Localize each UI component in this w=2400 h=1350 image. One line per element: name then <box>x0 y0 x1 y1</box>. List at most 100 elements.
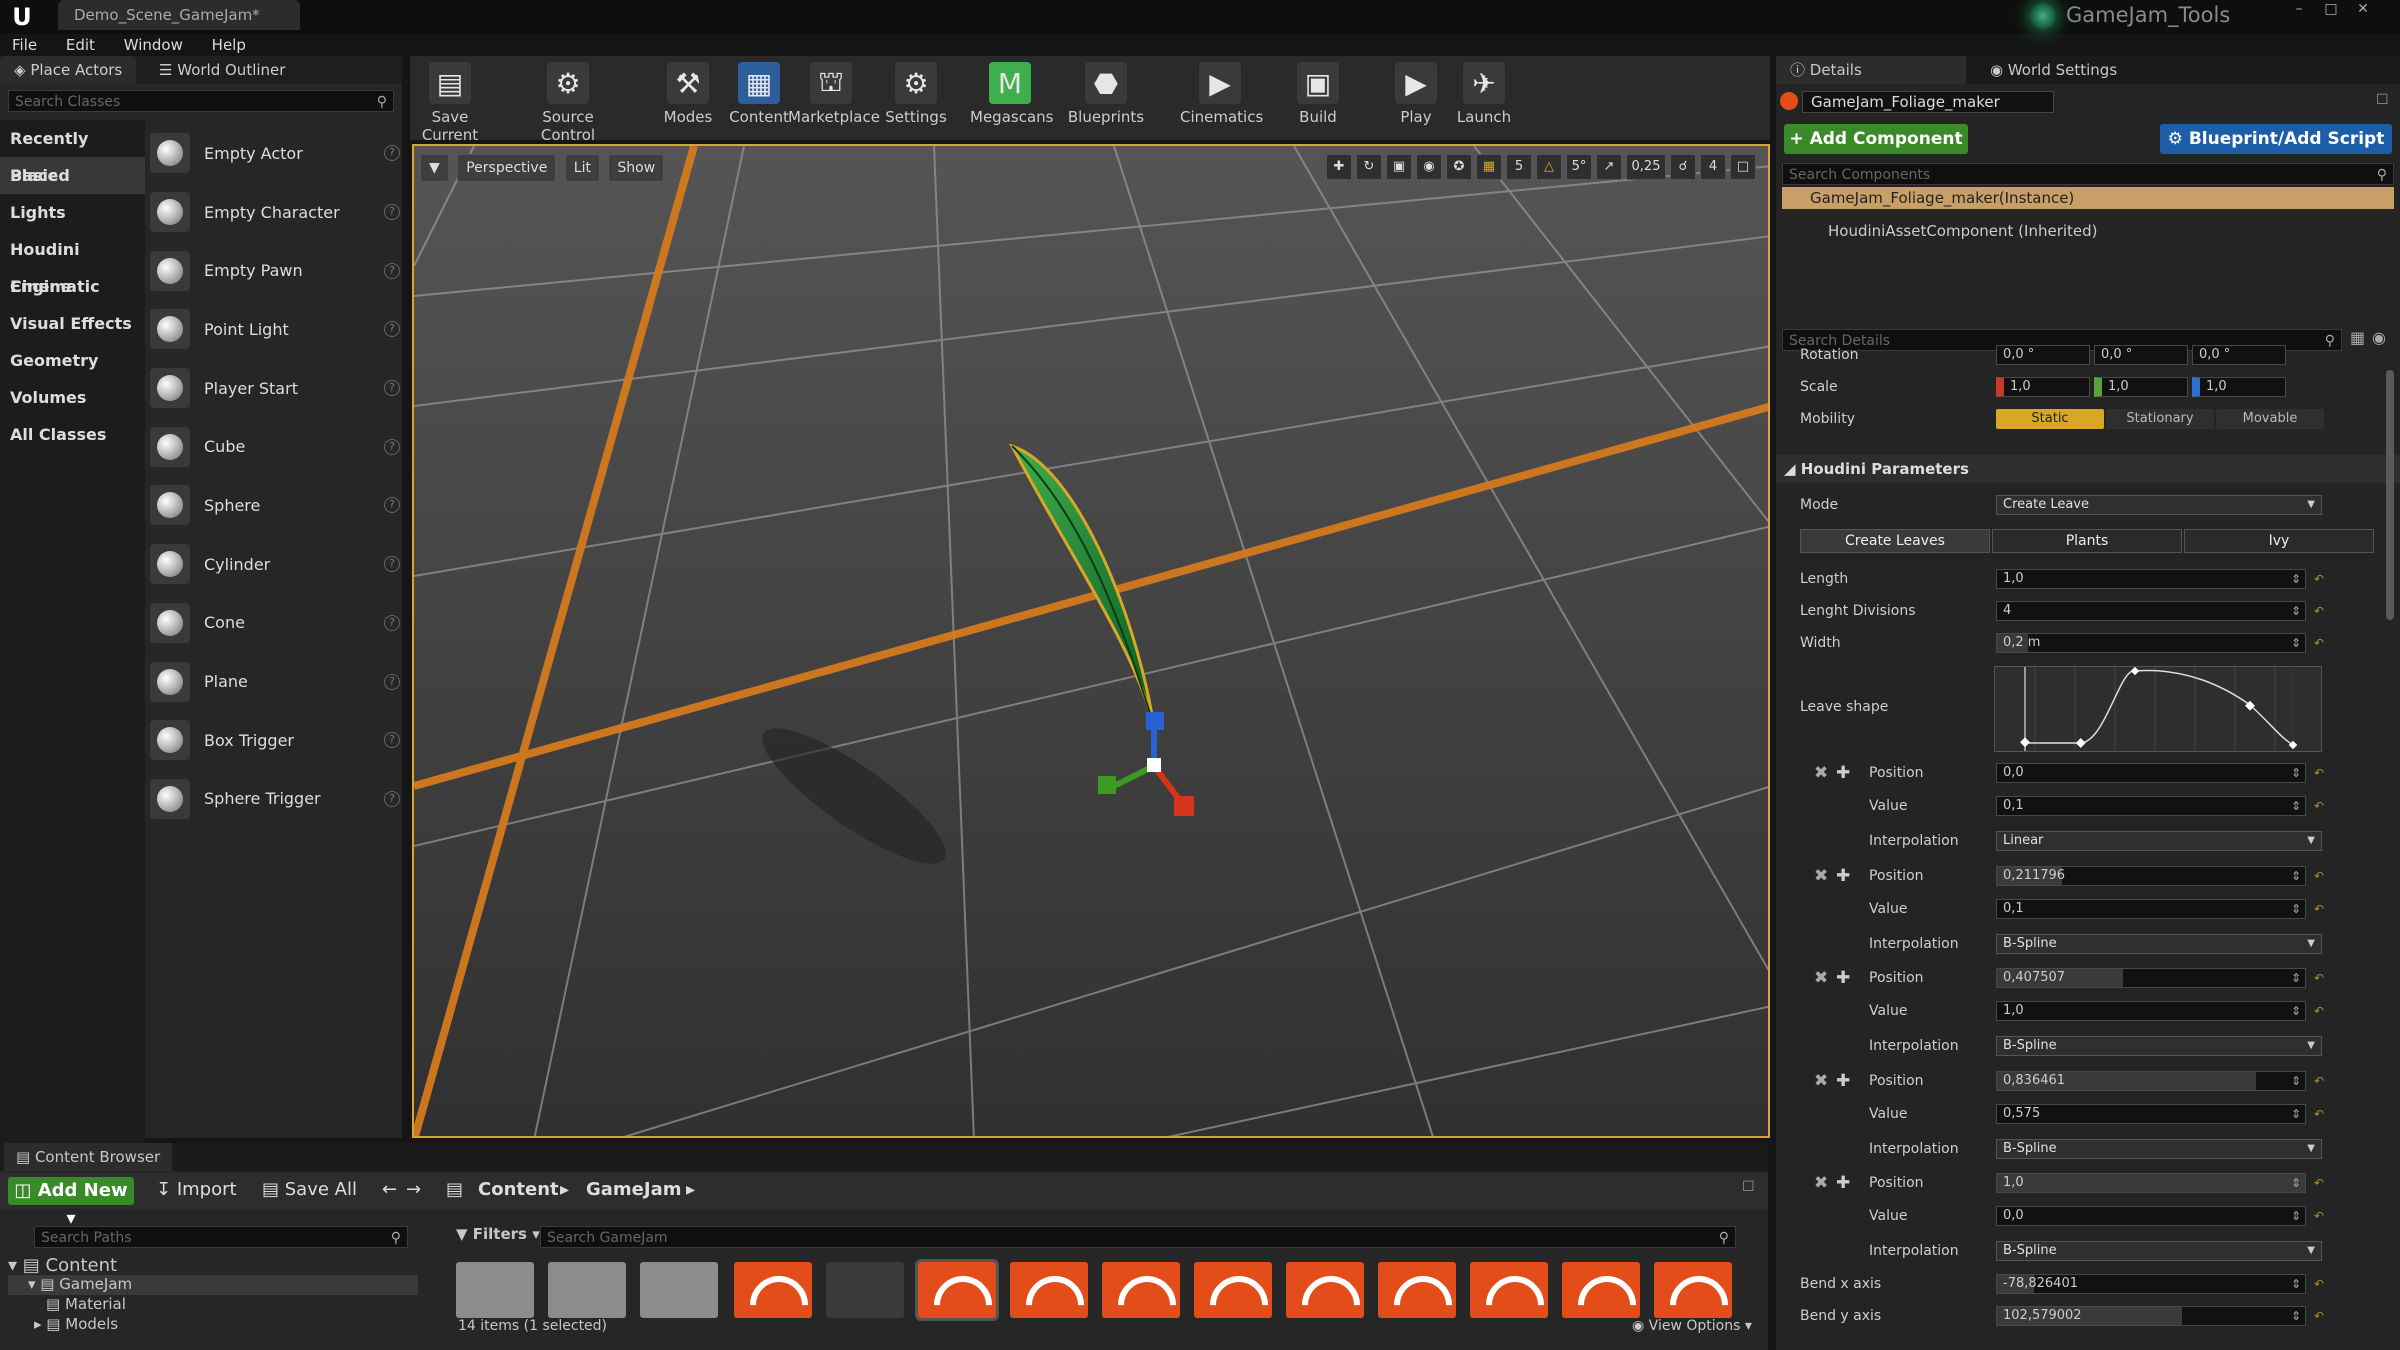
category-geometry[interactable]: Geometry <box>0 342 145 379</box>
reset-icon[interactable]: ↶ <box>2314 1209 2324 1223</box>
reset-icon[interactable]: ↶ <box>2314 604 2324 618</box>
reset-icon[interactable]: ↶ <box>2314 572 2324 586</box>
point-value-field[interactable]: 1,0 ⇕ <box>1996 1001 2306 1021</box>
tree-material[interactable]: ▤ Material <box>8 1295 418 1315</box>
add-new-button[interactable]: ◫ Add New ▾ <box>8 1177 134 1229</box>
camera-speed-icon[interactable]: ☌ <box>1670 154 1696 180</box>
asset-folder[interactable] <box>548 1262 626 1318</box>
tree-models[interactable]: ▸ ▤ Models <box>8 1315 418 1335</box>
actor-item[interactable]: Cone? <box>150 594 400 653</box>
translate-icon[interactable]: ✚ <box>1326 154 1352 180</box>
asset-houdini-selected[interactable] <box>915 1259 999 1321</box>
breadcrumb-gamejam[interactable]: GameJam <box>586 1179 681 1200</box>
lock-icon[interactable]: ☐ <box>2376 92 2389 108</box>
actor-item[interactable]: Cylinder? <box>150 535 400 594</box>
reset-icon[interactable]: ↶ <box>2314 1309 2324 1323</box>
tab-create-leaves[interactable]: Create Leaves <box>1800 529 1990 553</box>
help-icon[interactable]: ? <box>384 497 400 514</box>
tree-gamejam[interactable]: ▾ ▤ GameJam <box>8 1275 418 1295</box>
forward-arrow-icon[interactable]: → <box>406 1179 421 1200</box>
point-interpolation-dropdown[interactable]: Linear <box>1996 831 2322 851</box>
actor-item[interactable]: Empty Pawn? <box>150 241 400 300</box>
tab-world-settings[interactable]: ◉ World Settings <box>1976 56 2156 84</box>
maximize-viewport-icon[interactable]: □ <box>1730 154 1756 180</box>
source-control-button[interactable]: ⚙ Source Control <box>514 62 622 144</box>
document-tab[interactable]: Demo_Scene_GameJam* <box>58 0 300 30</box>
camera-speed[interactable]: 4 <box>1700 154 1726 180</box>
asset-houdini[interactable] <box>1286 1262 1364 1318</box>
point-interpolation-dropdown[interactable]: B-Spline <box>1996 1241 2322 1261</box>
perspective-button[interactable]: Perspective <box>457 154 557 182</box>
reset-icon[interactable]: ↶ <box>2314 1107 2324 1121</box>
point-position-field[interactable]: 0,407507 ⇕ <box>1996 968 2306 988</box>
tab-world-outliner[interactable]: ☰ World Outliner <box>145 56 300 84</box>
point-position-field[interactable]: 1,0 ⇕ <box>1996 1173 2306 1193</box>
rotation-y-field[interactable]: 0,0 ° <box>2094 345 2188 365</box>
mobility-static-button[interactable]: Static <box>1996 409 2104 429</box>
category-visual-effects[interactable]: Visual Effects <box>0 305 145 342</box>
settings-button[interactable]: ⚙ Settings <box>876 62 956 138</box>
search-paths-input[interactable]: Search Paths ⚲ <box>34 1226 408 1248</box>
divisions-field[interactable]: 4 ⇕ <box>1996 601 2306 621</box>
asset-houdini[interactable] <box>1378 1262 1456 1318</box>
actor-item[interactable]: Sphere Trigger? <box>150 770 400 829</box>
leave-shape-curve[interactable] <box>1994 666 2322 752</box>
help-icon[interactable]: ? <box>384 732 400 749</box>
lit-button[interactable]: Lit <box>564 154 600 182</box>
asset-folder[interactable] <box>456 1262 534 1318</box>
rotation-size[interactable]: 5° <box>1566 154 1592 180</box>
scale-icon[interactable]: ▣ <box>1386 154 1412 180</box>
help-icon[interactable]: ? <box>384 556 400 573</box>
tab-details[interactable]: ⓘ Details <box>1776 56 1966 84</box>
remove-point-icon[interactable]: ✖ <box>1814 968 1828 988</box>
scale-snap-icon[interactable]: ↗ <box>1596 154 1622 180</box>
asset-houdini[interactable] <box>1194 1262 1272 1318</box>
asset-houdini[interactable] <box>1470 1262 1548 1318</box>
add-point-icon[interactable]: ✚ <box>1836 1071 1850 1091</box>
launch-button[interactable]: ✈ Launch <box>1444 62 1524 138</box>
add-point-icon[interactable]: ✚ <box>1836 1173 1850 1193</box>
asset-houdini[interactable] <box>1102 1262 1180 1318</box>
search-assets-input[interactable]: Search GameJam ⚲ <box>540 1226 1736 1248</box>
point-position-field[interactable]: 0,0 ⇕ <box>1996 763 2306 783</box>
import-button[interactable]: ↧ Import <box>156 1179 237 1200</box>
rotate-icon[interactable]: ↻ <box>1356 154 1382 180</box>
mobility-movable-button[interactable]: Movable <box>2216 409 2324 429</box>
search-classes-input[interactable]: Search Classes ⚲ <box>8 90 394 112</box>
actor-item[interactable]: Sphere? <box>150 476 400 535</box>
point-interpolation-dropdown[interactable]: B-Spline <box>1996 933 2322 954</box>
maximize-icon[interactable]: □ <box>2318 0 2344 18</box>
megascans-button[interactable]: M Megascans <box>970 62 1053 138</box>
world-icon[interactable]: ◉ <box>1416 154 1442 180</box>
back-arrow-icon[interactable]: ← <box>382 1179 397 1200</box>
scale-x-field[interactable]: 1,0 <box>1996 377 2090 397</box>
category-volumes[interactable]: Volumes <box>0 379 145 416</box>
help-icon[interactable]: ? <box>384 673 400 690</box>
tab-plants[interactable]: Plants <box>1992 529 2182 553</box>
menu-window[interactable]: Window <box>112 34 195 56</box>
reset-icon[interactable]: ↶ <box>2314 799 2324 813</box>
add-point-icon[interactable]: ✚ <box>1836 968 1850 988</box>
mode-dropdown[interactable]: Create Leave <box>1996 495 2322 515</box>
level-viewport[interactable]: ▼ Perspective Lit Show ✚ ↻ ▣ ◉ ✪ ▦ 5 △ 5… <box>412 144 1770 1138</box>
lock-icon[interactable]: ☐ <box>1742 1179 1755 1195</box>
save-current-button[interactable]: ▤ Save Current <box>410 62 490 144</box>
reset-icon[interactable]: ↶ <box>2314 1004 2324 1018</box>
width-field[interactable]: 0,2 m ⇕ <box>1996 633 2306 653</box>
add-point-icon[interactable]: ✚ <box>1836 866 1850 886</box>
component-instance-row[interactable]: GameJam_Foliage_maker(Instance) <box>1782 187 2394 209</box>
actor-name-field[interactable]: GameJam_Foliage_maker <box>1802 91 2054 113</box>
asset-folder[interactable] <box>640 1262 718 1318</box>
asset-houdini[interactable] <box>1654 1262 1732 1318</box>
actor-item[interactable]: Empty Actor? <box>150 124 400 183</box>
scale-z-field[interactable]: 1,0 <box>2192 377 2286 397</box>
help-icon[interactable]: ? <box>384 321 400 338</box>
build-button[interactable]: ▣ Build <box>1278 62 1358 138</box>
breadcrumb-content[interactable]: Content <box>478 1179 559 1200</box>
category-houdini-engine[interactable]: Houdini Engine <box>0 231 145 296</box>
blueprints-button[interactable]: ⬣ Blueprints <box>1066 62 1146 138</box>
actor-item[interactable]: Box Trigger? <box>150 711 400 770</box>
rotation-z-field[interactable]: 0,0 ° <box>2192 345 2286 365</box>
tab-ivy[interactable]: Ivy <box>2184 529 2374 553</box>
point-position-field[interactable]: 0,211796 ⇕ <box>1996 865 2306 886</box>
